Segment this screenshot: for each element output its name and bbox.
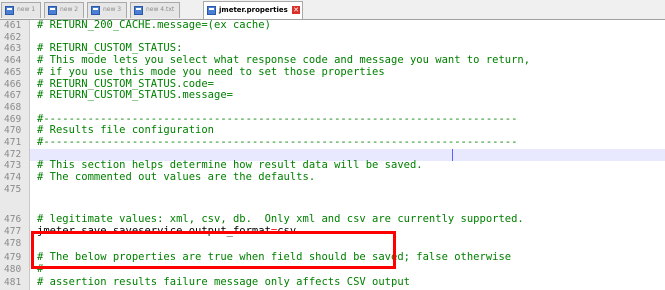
tab-bar: new 1 new 2 new 3 new 4.txt jmeter.prope… — [0, 0, 665, 20]
line-number: 470 — [4, 125, 22, 137]
line-number: 466 — [4, 78, 22, 90]
tab-new-4-txt[interactable]: new 4.txt — [130, 2, 180, 18]
annotation-highlight-box — [31, 231, 396, 269]
file-icon — [5, 6, 14, 15]
comment-text: # legitimate values: xml, csv, db. Only … — [37, 213, 524, 225]
comment-text: # RETURN_CUSTOM_STATUS.message= — [37, 89, 233, 102]
code-line: 468 — [0, 102, 665, 114]
file-icon — [207, 6, 216, 15]
line-number: 477 — [4, 226, 22, 237]
file-icon — [48, 6, 57, 15]
file-icon — [134, 6, 143, 15]
line-number: 476 — [4, 214, 22, 225]
code-line: 461 # RETURN_200_CACHE.message=(ex cache) — [0, 19, 665, 32]
code-line: 474 # The commented out values are the de… — [0, 171, 665, 184]
line-number: 471 — [4, 137, 22, 148]
line-number: 465 — [4, 66, 22, 78]
comment-text: # assertion results failure message only… — [37, 276, 410, 288]
tab-new-3[interactable]: new 3 — [87, 2, 127, 18]
tab-new-1[interactable]: new 1 — [1, 2, 41, 18]
tab-new-2[interactable]: new 2 — [44, 2, 84, 18]
tab-label: new 1 — [17, 6, 36, 13]
code-line: 481 # assertion results failure message o… — [0, 276, 665, 289]
tab-jmeter-properties[interactable]: jmeter.properties ✕ — [203, 1, 303, 19]
code-line: 475 — [0, 184, 665, 196]
tab-label: new 3 — [103, 6, 122, 13]
comment-text: # The commented out values are the defau… — [37, 171, 316, 184]
editor[interactable]: 461 # RETURN_200_CACHE.message=(ex cache)… — [0, 19, 665, 290]
line-number: 480 — [4, 264, 22, 275]
line-number: 475 — [4, 183, 22, 195]
file-icon — [91, 6, 100, 15]
line-number: 472 — [4, 148, 22, 160]
tab-label: jmeter.properties — [219, 6, 288, 14]
line-number: 478 — [4, 238, 22, 249]
line-number: 462 — [4, 31, 22, 43]
line-number: 461 — [4, 20, 22, 31]
comment-text: #---------------------------------------… — [37, 136, 518, 148]
line-number: 481 — [4, 277, 22, 288]
tab-label: new 4.txt — [146, 6, 175, 13]
line-number: 473 — [4, 160, 22, 172]
code-line: 467 # RETURN_CUSTOM_STATUS.message= — [0, 89, 665, 102]
comment-text: # if you use this mode you need to set t… — [37, 65, 385, 78]
line-number: 469 — [4, 113, 22, 125]
line-number: 464 — [4, 55, 22, 67]
code-line: 476 # legitimate values: xml, csv, db. On… — [0, 213, 665, 226]
line-number: 463 — [4, 43, 22, 55]
line-number: 474 — [4, 172, 22, 184]
line-number: 479 — [4, 252, 22, 263]
comment-text: # RETURN_200_CACHE.message=(ex cache) — [37, 19, 271, 31]
tab-label: new 2 — [60, 6, 79, 13]
code-line: 471 #------------------------------------… — [0, 136, 665, 149]
line-number: 468 — [4, 101, 22, 113]
code-line: 465 # if you use this mode you need to se… — [0, 65, 665, 79]
close-tab-icon[interactable]: ✕ — [292, 6, 300, 14]
line-number: 467 — [4, 90, 22, 102]
